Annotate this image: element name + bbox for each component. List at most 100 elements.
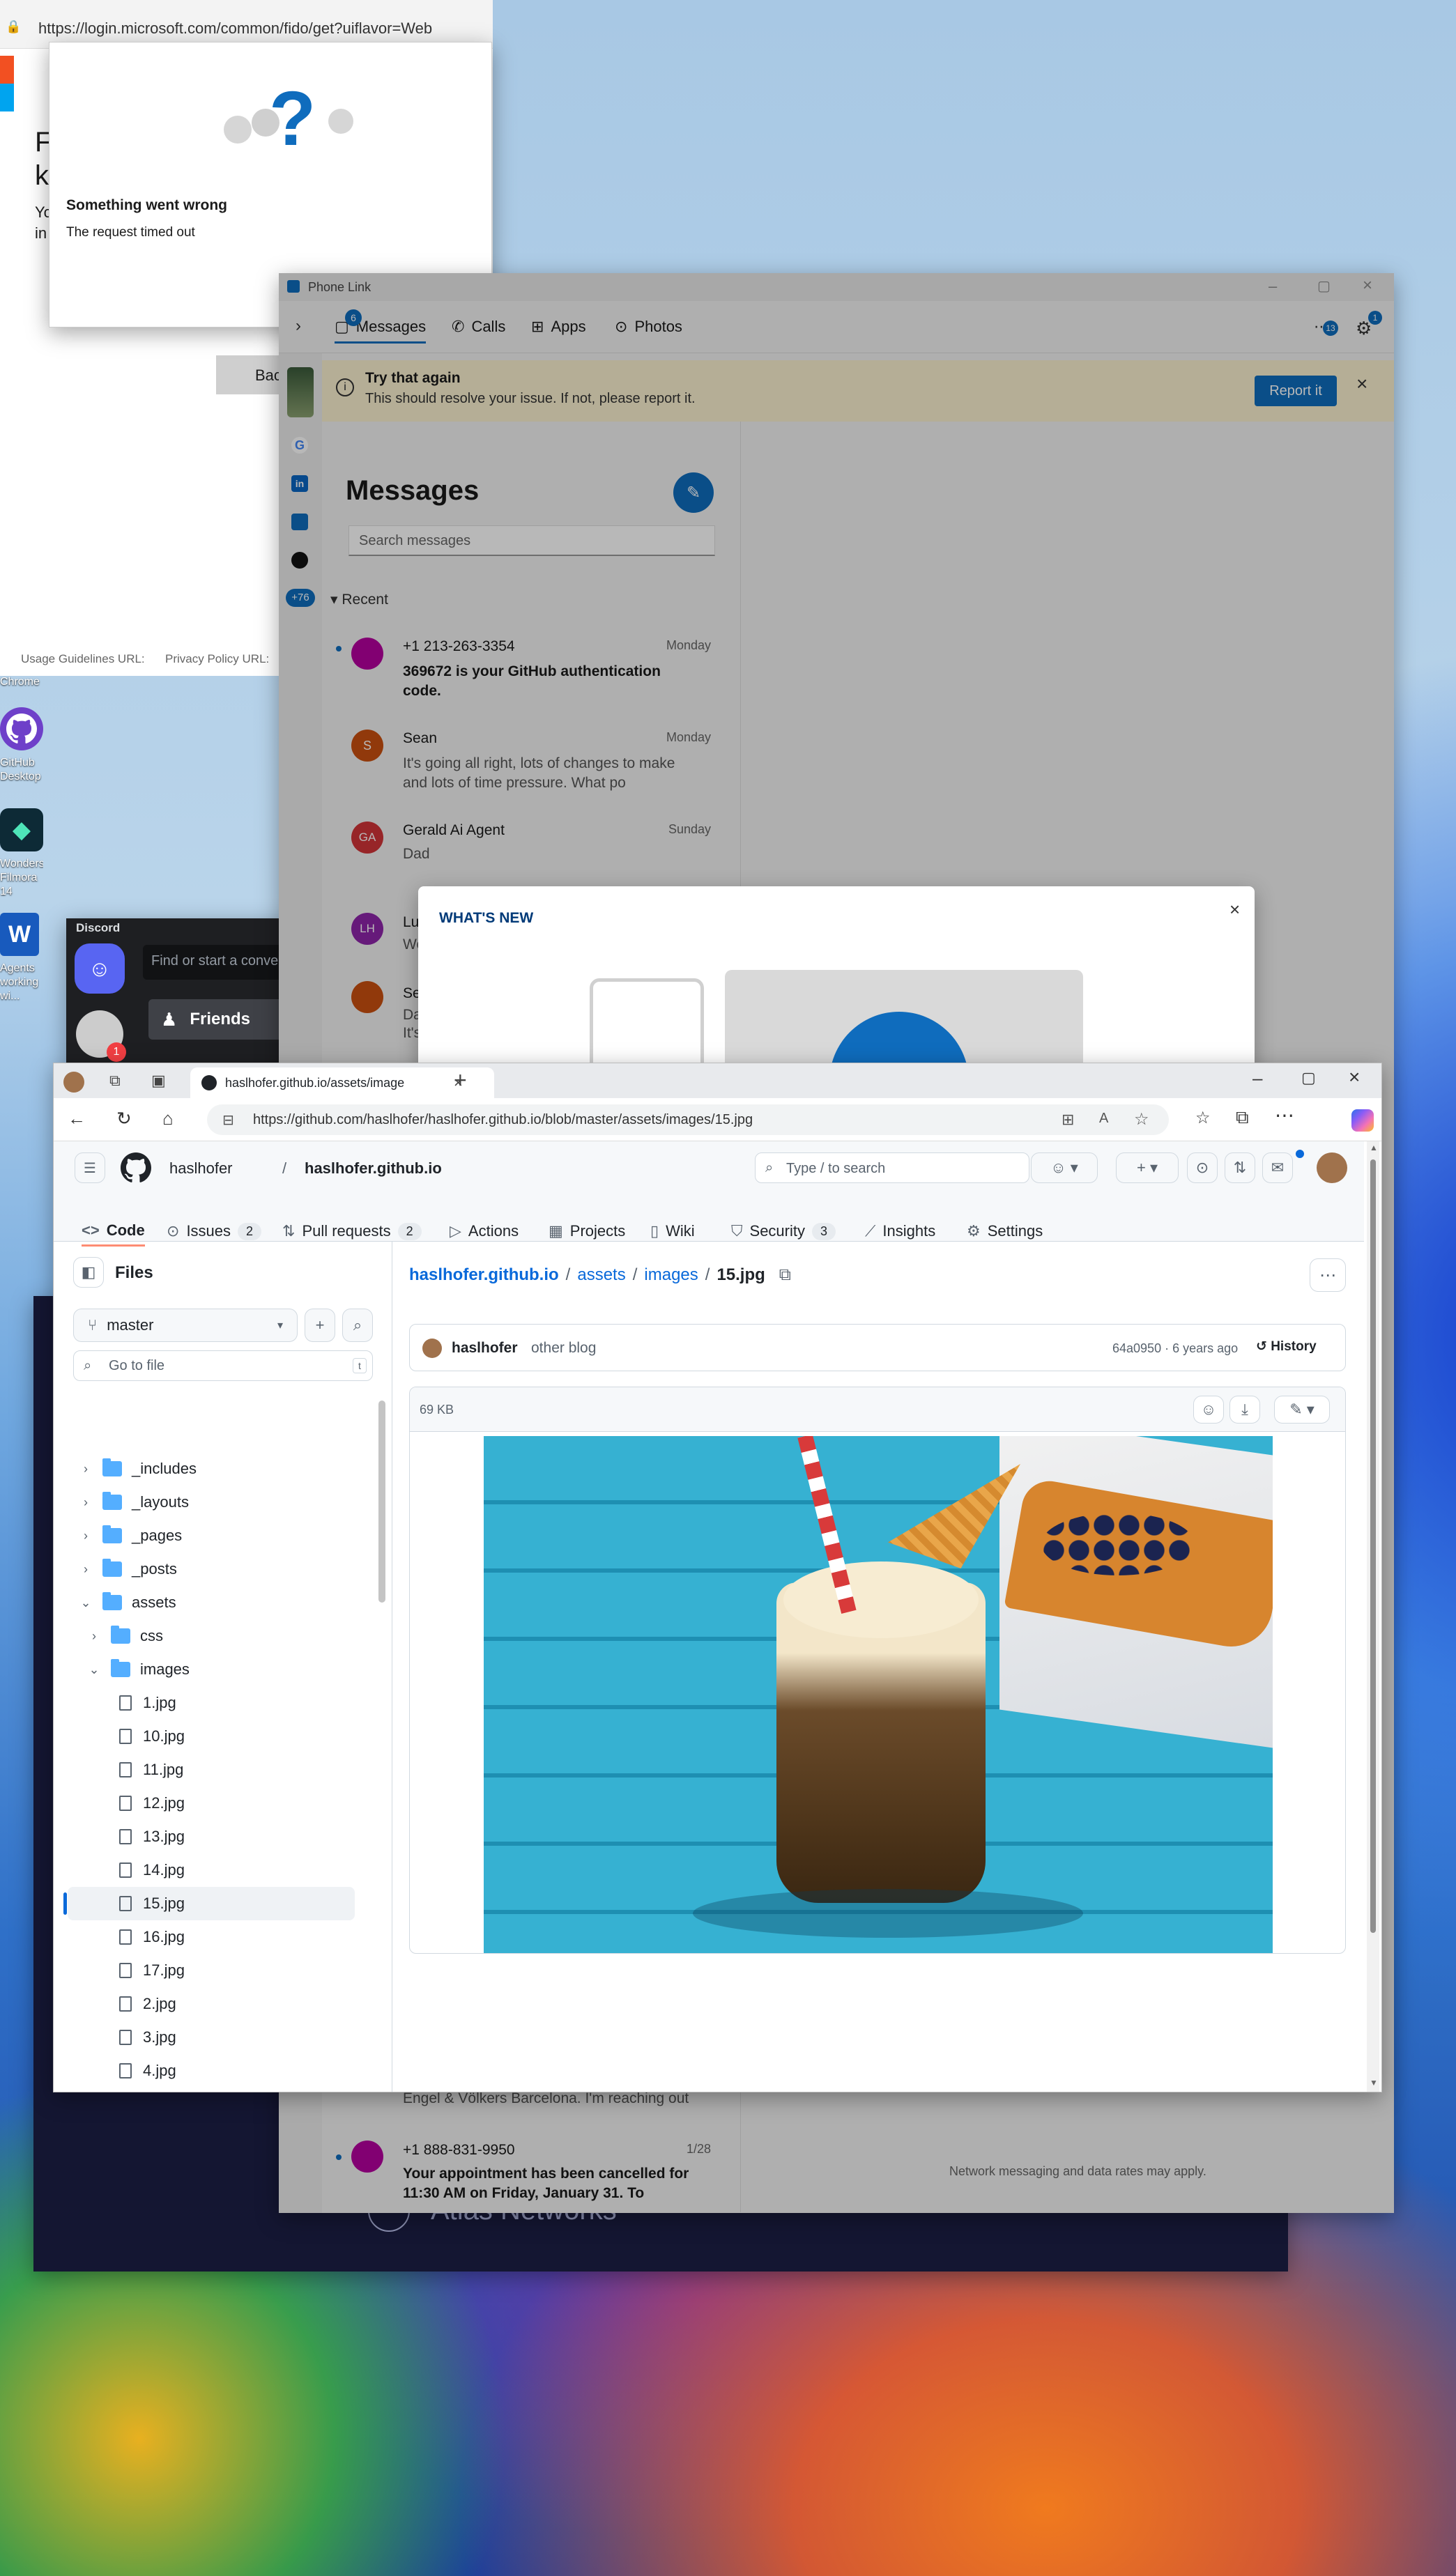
tree-folder[interactable]: › _pages — [54, 1519, 360, 1552]
chevron-right-icon[interactable]: › — [77, 1529, 94, 1543]
repo-owner-link[interactable]: haslhofer — [169, 1159, 233, 1178]
more-options-button[interactable]: ⋯ — [1310, 1258, 1346, 1292]
read-aloud-icon[interactable]: A — [1099, 1111, 1108, 1127]
copy-path-icon[interactable]: ⧉ — [779, 1265, 791, 1285]
conversation-name[interactable]: Gerald Ai Agent — [403, 822, 505, 839]
banner-close-icon[interactable]: × — [1356, 373, 1367, 395]
download-button[interactable]: ⤓ — [1229, 1396, 1260, 1424]
copilot-button[interactable]: ☺ ▾ — [1031, 1152, 1098, 1183]
breadcrumb-repo[interactable]: haslhofer.github.io — [409, 1265, 559, 1285]
address-bar[interactable]: ⊟ https://github.com/haslhofer/haslhofer… — [207, 1104, 1169, 1135]
github-search-input[interactable]: ⌕ Type / to search — [755, 1152, 1029, 1183]
app-icon[interactable] — [291, 552, 308, 569]
copilot-file-button[interactable]: ☺ — [1193, 1396, 1224, 1424]
site-info-icon[interactable]: ⊟ — [222, 1111, 234, 1129]
chevron-right-icon[interactable]: › — [77, 1495, 94, 1510]
chevron-down-icon[interactable]: ⌄ — [77, 1596, 94, 1610]
create-new-button[interactable]: + ▾ — [1116, 1152, 1179, 1183]
tree-file[interactable]: 3.jpg — [54, 2021, 360, 2054]
tab-photos[interactable]: ⊙ Photos — [615, 318, 682, 336]
tree-file[interactable]: 13.jpg — [54, 1820, 360, 1853]
tree-file[interactable]: 10.jpg — [54, 1720, 360, 1753]
chevron-right-icon[interactable]: › — [86, 1629, 102, 1644]
chevron-right-icon[interactable]: › — [77, 1462, 94, 1476]
tab-settings[interactable]: ⚙ Settings — [967, 1216, 1043, 1247]
extensions-icon[interactable]: ⧉ — [1236, 1106, 1249, 1129]
more-menu-icon[interactable]: ⋯ — [1275, 1104, 1294, 1127]
tree-file[interactable]: 16.jpg — [54, 1920, 360, 1954]
tree-file[interactable]: 12.jpg — [54, 1787, 360, 1820]
close-button[interactable]: × — [1349, 1066, 1360, 1088]
report-it-button[interactable]: Report it — [1255, 376, 1337, 406]
favorite-star-icon[interactable]: ☆ — [1134, 1109, 1149, 1129]
scroll-up-icon[interactable]: ▲ — [1370, 1143, 1378, 1152]
history-button[interactable]: ↺ History — [1256, 1339, 1317, 1355]
desktop-icon-filmora[interactable]: ◆ Wondershare Filmora 14 — [0, 808, 43, 899]
more-apps-badge[interactable]: +76 — [286, 589, 315, 607]
google-icon[interactable]: G — [291, 437, 308, 454]
conversation-name[interactable]: Lu — [403, 914, 419, 931]
tab-wiki[interactable]: ▯ Wiki — [650, 1216, 695, 1247]
profile-avatar[interactable] — [63, 1072, 84, 1093]
minimize-button[interactable]: – — [1269, 277, 1277, 295]
scrollbar-thumb[interactable] — [1370, 1159, 1376, 1933]
compose-button[interactable]: ✎ — [673, 472, 714, 513]
sidebar-expand-icon[interactable]: › — [296, 316, 301, 336]
conversation-name[interactable]: +1 888-831-9950 — [403, 2142, 515, 2159]
tree-file[interactable]: 1.jpg — [54, 1686, 360, 1720]
outlook-icon[interactable] — [291, 514, 308, 530]
linkedin-icon[interactable]: in — [291, 475, 308, 492]
browser-tab[interactable]: haslhofer.github.io/assets/image × — [190, 1067, 494, 1098]
maximize-button[interactable]: ▢ — [1317, 277, 1331, 295]
chevron-down-icon[interactable]: ⌄ — [86, 1663, 102, 1677]
tree-folder[interactable]: › _posts — [54, 1552, 360, 1586]
close-button[interactable]: × — [1363, 276, 1372, 295]
tree-file[interactable]: 17.jpg — [54, 1954, 360, 1987]
copilot-icon[interactable] — [1351, 1109, 1374, 1132]
pull-requests-button[interactable]: ⇅ — [1225, 1152, 1255, 1183]
friends-button[interactable]: ♟ Friends — [148, 999, 296, 1040]
scroll-down-icon[interactable]: ▼ — [1370, 2078, 1378, 2088]
user-avatar[interactable] — [1317, 1152, 1347, 1183]
desktop-icon-github[interactable]: GitHub Desktop — [0, 707, 43, 784]
app-available-icon[interactable]: ⊞ — [1062, 1111, 1074, 1129]
discord-search-input[interactable]: Find or start a conve — [143, 945, 296, 980]
tab-apps[interactable]: ⊞ Apps — [531, 318, 586, 336]
maximize-button[interactable]: ▢ — [1301, 1069, 1316, 1087]
tab-projects[interactable]: ▦ Projects — [549, 1216, 625, 1247]
tree-file[interactable]: 2.jpg — [54, 1987, 360, 2021]
breadcrumb-assets[interactable]: assets — [577, 1265, 625, 1285]
tab-security[interactable]: ⛉ Security 3 — [731, 1216, 836, 1247]
inbox-button[interactable]: ✉ — [1262, 1152, 1293, 1183]
tree-file[interactable]: 15.jpg — [63, 1887, 355, 1920]
tab-insights[interactable]: ⟋ Insights — [865, 1216, 935, 1247]
commit-message[interactable]: other blog — [531, 1340, 596, 1357]
minimize-button[interactable]: – — [1252, 1067, 1262, 1089]
repo-name-link[interactable]: haslhofer.github.io — [305, 1159, 442, 1178]
chevron-right-icon[interactable]: › — [77, 1562, 94, 1577]
tab-actions-icon[interactable]: ▣ — [151, 1072, 166, 1090]
tree-file[interactable]: 14.jpg — [54, 1853, 360, 1887]
github-logo-icon[interactable] — [121, 1152, 151, 1183]
conversation-name[interactable]: Sean — [403, 730, 437, 747]
conversation-name[interactable]: +1 213-263-3354 — [403, 638, 515, 655]
favorites-icon[interactable]: ☆ — [1195, 1108, 1211, 1128]
search-messages-input[interactable]: Search messages — [348, 525, 715, 556]
tree-folder[interactable]: ⌄ assets — [54, 1586, 360, 1619]
dialog-close-icon[interactable]: × — [1229, 899, 1240, 920]
refresh-icon[interactable]: ↻ — [116, 1108, 132, 1129]
tab-calls[interactable]: ✆ Calls — [452, 318, 505, 336]
breadcrumb-images[interactable]: images — [644, 1265, 698, 1285]
edit-file-button[interactable]: ✎ ▾ — [1274, 1396, 1330, 1424]
back-arrow-icon[interactable]: ← — [68, 1108, 86, 1129]
tree-file[interactable]: 4.jpg — [54, 2054, 360, 2088]
hamburger-menu-button[interactable]: ☰ — [75, 1152, 105, 1183]
commit-author[interactable]: haslhofer — [452, 1340, 518, 1357]
new-tab-icon[interactable]: + — [454, 1067, 467, 1093]
discord-home-button[interactable]: ☺ — [75, 943, 125, 994]
recent-section[interactable]: ▾ Recent — [330, 591, 388, 608]
tab-actions[interactable]: ▷ Actions — [450, 1216, 519, 1247]
tree-file[interactable]: 11.jpg — [54, 1753, 360, 1787]
desktop-icon-word[interactable]: W Agents working wi... — [0, 913, 43, 1003]
issues-button[interactable]: ⊙ — [1187, 1152, 1218, 1183]
